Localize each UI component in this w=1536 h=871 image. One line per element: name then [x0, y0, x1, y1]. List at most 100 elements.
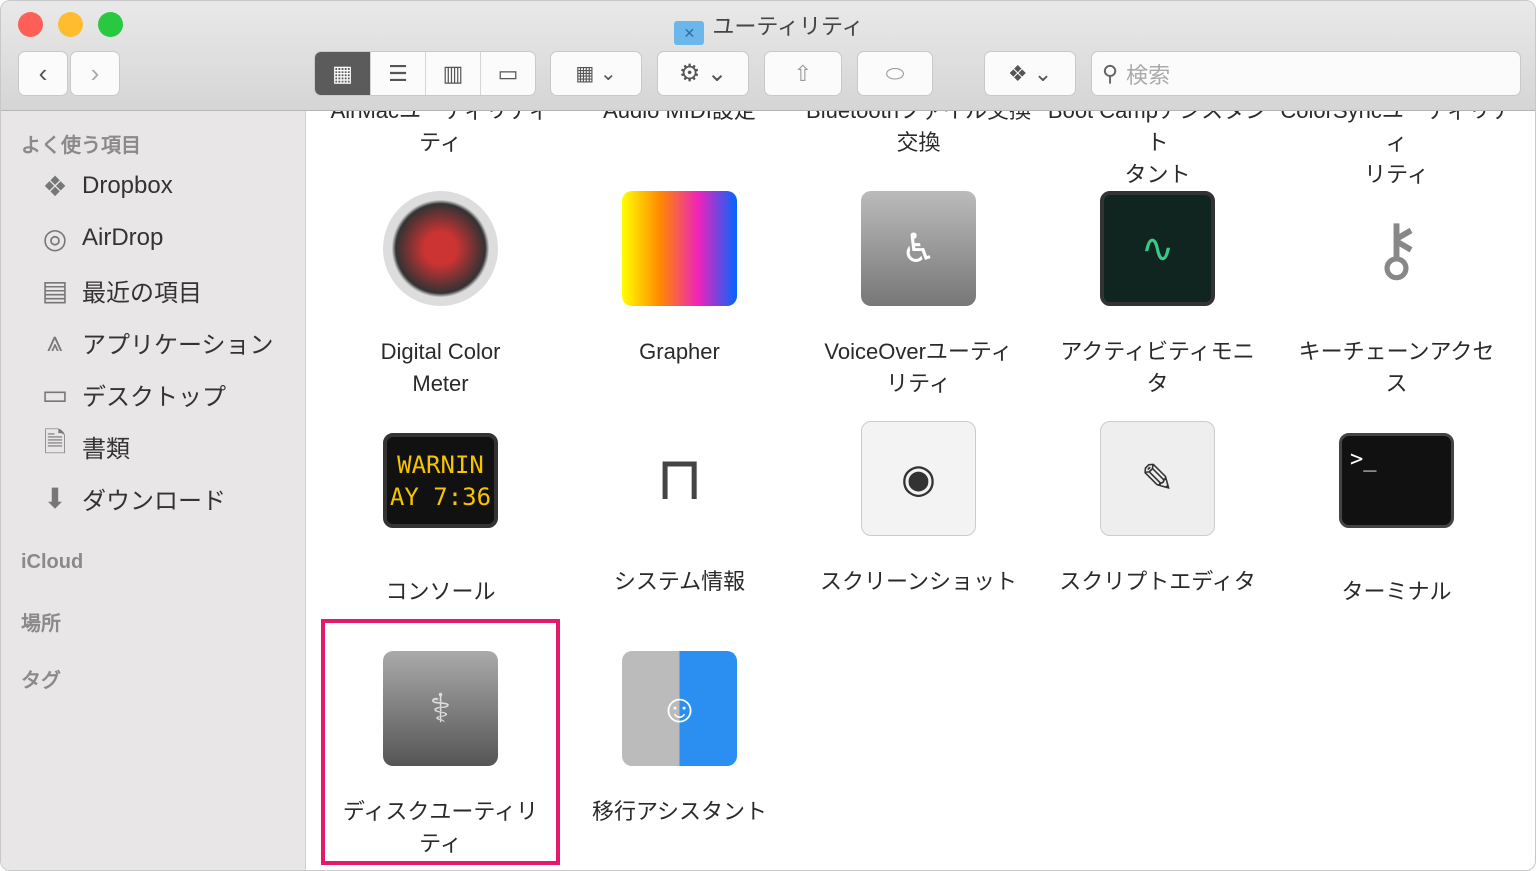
group-icon: ▦ ⌄ [575, 63, 617, 85]
app-digital-color-meter[interactable]: Digital Color Meter [321, 191, 560, 400]
dropbox-button[interactable]: ❖ ⌄ [984, 51, 1076, 96]
dropbox-icon: ❖ ⌄ [1007, 60, 1053, 86]
app-label: コンソール [385, 579, 496, 604]
app-terminal[interactable]: >_ ターミナル [1277, 431, 1516, 608]
app-disk-utility[interactable]: ⚕ ディスクユーティリ ティ [321, 651, 560, 860]
toolbar: ✕ ユーティリティ ‹ › ▦ ☰ ▥ ▭ ▦ ⌄ ⚙ ⌄ ⇧ ⬭ ❖ ⌄ ⚲ 検索 [1, 1, 1535, 111]
desktop-icon: ▭ [41, 378, 69, 410]
app-screenshot[interactable]: ◉ スクリーンショット [799, 421, 1038, 598]
documents-icon: 🗎 [43, 427, 67, 458]
tag-button[interactable]: ⬭ [857, 51, 933, 96]
app-label: AirMacユーティリティ [321, 111, 560, 127]
locations-header[interactable]: 場所 [21, 607, 61, 636]
app-label: Digital Color [380, 339, 501, 364]
view-mode-control[interactable]: ▦ ☰ ▥ ▭ [314, 51, 536, 96]
app-label: タ [1146, 371, 1169, 396]
app-system-information[interactable]: ⊓ システム情報 [560, 421, 799, 598]
file-grid: AirMacユーティリティティ Audio MIDI設定 Bluetoothファ… [307, 111, 1535, 870]
downloads-icon: ⬇ [43, 482, 67, 514]
app-label: Audio MIDI設定 [560, 111, 799, 127]
app-migration-assistant[interactable]: ☺ 移行アシスタント [560, 651, 799, 828]
app-airmac-utility[interactable]: AirMacユーティリティティ [321, 111, 560, 159]
app-bluetooth-file-exchange[interactable]: Bluetoothファイル交換交換 [799, 111, 1038, 159]
sidebar-item-airdrop[interactable]: ◎ AirDrop [37, 220, 164, 256]
app-label: 交換 [896, 130, 941, 155]
disk-utility-icon: ⚕ [383, 651, 498, 766]
app-grapher[interactable]: Grapher [560, 191, 799, 368]
app-label: Boot Campアシスタント [1048, 111, 1267, 155]
app-label: ティ [419, 130, 462, 155]
search-icon: ⚲ [1102, 60, 1119, 86]
icloud-header[interactable]: iCloud [21, 551, 83, 574]
system-info-icon: ⊓ [656, 444, 703, 512]
sidebar-label: ダウンロード [82, 487, 226, 515]
applications-icon: ⩓ [47, 325, 63, 357]
app-console[interactable]: WARNIN AY 7:36 コンソール [321, 431, 560, 608]
chevron-right-icon: › [90, 58, 100, 88]
app-audio-midi[interactable]: Audio MIDI設定 [560, 111, 799, 127]
finder-window: ✕ ユーティリティ ‹ › ▦ ☰ ▥ ▭ ▦ ⌄ ⚙ ⌄ ⇧ ⬭ ❖ ⌄ ⚲ 検索… [0, 0, 1536, 871]
group-button[interactable]: ▦ ⌄ [550, 51, 642, 96]
share-icon: ⇧ [793, 60, 813, 86]
utilities-folder-icon: ✕ [674, 21, 705, 45]
gear-icon: ⚙ ⌄ [678, 60, 728, 87]
sidebar-item-applications[interactable]: ⩓ アプリケーション [37, 324, 274, 360]
dropbox-icon: ❖ [42, 170, 68, 202]
search-field[interactable]: ⚲ 検索 [1091, 51, 1521, 96]
tag-icon: ⬭ [885, 60, 905, 86]
forward-button[interactable]: › [70, 51, 120, 96]
migration-assistant-icon: ☺ [622, 651, 737, 766]
app-label: 移行アシスタント [591, 799, 768, 824]
screenshot-icon: ◉ [861, 421, 976, 536]
app-colorsync[interactable]: ColorSyncユーティリティリティ [1277, 111, 1516, 191]
sidebar-label: 最近の項目 [82, 279, 202, 307]
sidebar-label: アプリケーション [82, 331, 274, 359]
search-placeholder: 検索 [1126, 62, 1171, 88]
activity-monitor-icon: ∿ [1100, 191, 1215, 306]
sidebar-item-downloads[interactable]: ⬇ ダウンロード [37, 480, 226, 516]
sidebar-item-documents[interactable]: 🗎 書類 [37, 427, 130, 464]
app-label: アクティビティモニ [1060, 339, 1255, 364]
sidebar: よく使う項目 ❖ Dropbox ◎ AirDrop ▤ 最近の項目 ⩓ アプリケーショ… [1, 111, 306, 870]
list-view-icon[interactable]: ☰ [370, 52, 425, 95]
app-label: スクリーンショット [820, 569, 1017, 594]
favorites-header: よく使う項目 [21, 135, 141, 157]
airdrop-icon: ◎ [42, 222, 68, 254]
app-label: リティ [886, 371, 951, 396]
console-icon-text: WARNIN AY 7:36 [389, 450, 492, 511]
app-label: Bluetoothファイル交換 [799, 111, 1038, 127]
tags-header[interactable]: タグ [21, 664, 61, 693]
app-activity-monitor[interactable]: ∿ アクティビティモニタ [1038, 191, 1277, 400]
sidebar-item-dropbox[interactable]: ❖ Dropbox [37, 168, 173, 204]
app-label: システム情報 [613, 569, 746, 594]
app-label: リティ [1364, 162, 1429, 187]
sidebar-item-desktop[interactable]: ▭ デスクトップ [37, 376, 226, 412]
gallery-view-icon[interactable]: ▭ [480, 52, 535, 95]
back-button[interactable]: ‹ [18, 51, 68, 96]
share-button[interactable]: ⇧ [764, 51, 842, 96]
app-label: キーチェーンアクセ [1298, 339, 1495, 364]
app-label: Meter [412, 371, 469, 396]
sidebar-label: デスクトップ [82, 383, 226, 411]
column-view-icon[interactable]: ▥ [425, 52, 480, 95]
chevron-left-icon: ‹ [38, 58, 48, 88]
grapher-icon [622, 191, 737, 306]
sidebar-label: Dropbox [82, 172, 173, 199]
app-voiceover-utility[interactable]: ♿ VoiceOverユーティ リティ [799, 191, 1038, 400]
window-title: ✕ ユーティリティ [1, 9, 1535, 45]
app-script-editor[interactable]: ✎ スクリプトエディタ [1038, 421, 1277, 598]
keys-icon: ⚷ [1370, 209, 1423, 288]
sidebar-item-recents[interactable]: ▤ 最近の項目 [37, 272, 202, 308]
action-button[interactable]: ⚙ ⌄ [657, 51, 749, 96]
app-keychain-access[interactable]: ⚷ キーチェーンアクセス [1277, 191, 1516, 400]
accessibility-icon: ♿ [861, 191, 976, 306]
terminal-icon: >_ [1339, 433, 1454, 528]
app-boot-camp[interactable]: Boot Campアシスタントタント [1038, 111, 1277, 191]
sidebar-label: 書類 [82, 435, 130, 463]
app-label: ColorSyncユーティリティ [1280, 111, 1512, 155]
icon-view-icon[interactable]: ▦ [315, 52, 370, 95]
title-text: ユーティリティ [712, 14, 864, 39]
recents-icon: ▤ [41, 274, 69, 306]
app-label: ス [1385, 371, 1408, 396]
app-label: ターミナル [1341, 579, 1452, 604]
